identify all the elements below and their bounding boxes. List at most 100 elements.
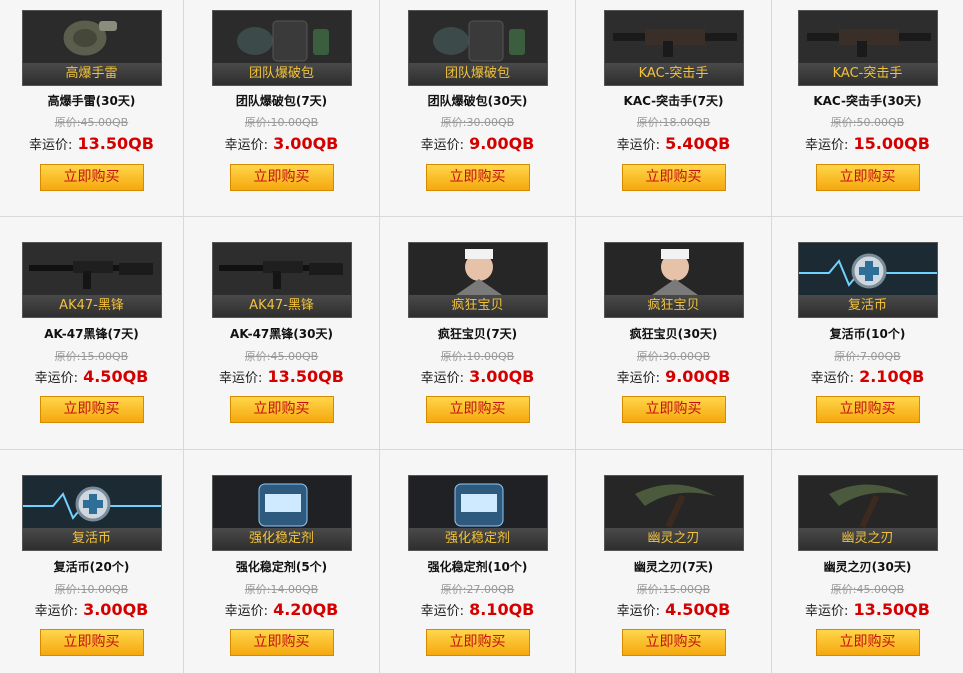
lucky-price-value: 3.00QB: [273, 134, 339, 153]
original-price-value: 30.00QB: [662, 350, 711, 363]
lucky-price: 幸运价: 3.00QB: [0, 598, 183, 624]
product-image[interactable]: 团队爆破包: [211, 10, 352, 86]
lucky-price-value: 4.20QB: [273, 600, 339, 619]
product-name: 疯狂宝贝(7天): [437, 327, 518, 341]
product-name: 团队爆破包(7天): [235, 94, 328, 108]
product-image-tag: 强化稳定剂: [408, 528, 547, 550]
lucky-price-value: 15.00QB: [853, 134, 930, 153]
original-price-label: 原价:: [244, 116, 271, 129]
buy-now-button[interactable]: 立即购买: [621, 164, 726, 191]
buy-now-button[interactable]: 立即购买: [815, 164, 920, 191]
buy-now-button[interactable]: 立即购买: [39, 396, 144, 423]
original-price-label: 原价:: [54, 583, 81, 596]
lucky-price: 幸运价: 3.00QB: [380, 365, 575, 391]
buy-now-button[interactable]: 立即购买: [425, 164, 530, 191]
lucky-price-label: 幸运价:: [420, 138, 464, 153]
original-price-label: 原价:: [440, 116, 467, 129]
buy-now-button[interactable]: 立即购买: [621, 629, 726, 656]
product-image[interactable]: 幽灵之刃: [603, 475, 744, 551]
original-price-value: 50.00QB: [856, 116, 905, 129]
lucky-price-label: 幸运价:: [810, 371, 854, 386]
lucky-price-label: 幸运价:: [616, 371, 660, 386]
product-card: 团队爆破包 团队爆破包(30天) 原价:30.00QB 幸运价: 9.00QB …: [380, 0, 576, 217]
lucky-price-label: 幸运价:: [224, 138, 268, 153]
product-image[interactable]: 幽灵之刃: [797, 475, 938, 551]
lucky-price-label: 幸运价:: [805, 138, 849, 153]
buy-now-button[interactable]: 立即购买: [229, 164, 334, 191]
original-price: 原价:15.00QB: [576, 582, 771, 598]
product-image[interactable]: 疯狂宝贝: [603, 242, 744, 318]
buy-now-button[interactable]: 立即购买: [621, 396, 726, 423]
product-image[interactable]: 高爆手雷: [21, 10, 162, 86]
lucky-price-value: 2.10QB: [859, 367, 925, 386]
lucky-price: 幸运价: 4.20QB: [184, 598, 379, 624]
product-name: 团队爆破包(30天): [427, 94, 528, 108]
product-image-tag: 疯狂宝贝: [604, 295, 743, 317]
product-name: 幽灵之刃(30天): [823, 560, 912, 574]
original-price-label: 原价:: [636, 583, 663, 596]
product-image[interactable]: 团队爆破包: [407, 10, 548, 86]
original-price: 原价:10.00QB: [184, 115, 379, 131]
lucky-price: 幸运价: 9.00QB: [576, 365, 771, 391]
lucky-price-value: 13.50QB: [77, 134, 154, 153]
original-price-label: 原价:: [834, 350, 860, 363]
product-image-tag: KAC-突击手: [798, 63, 937, 85]
original-price: 原价:10.00QB: [380, 349, 575, 365]
product-name: KAC-突击手(30天): [813, 94, 922, 108]
lucky-price: 幸运价: 2.10QB: [772, 365, 963, 391]
product-image[interactable]: 复活币: [797, 242, 938, 318]
product-card: 疯狂宝贝 疯狂宝贝(7天) 原价:10.00QB 幸运价: 3.00QB 立即购…: [380, 217, 576, 450]
original-price-label: 原价:: [830, 583, 857, 596]
original-price: 原价:10.00QB: [0, 582, 183, 598]
product-image[interactable]: 强化稳定剂: [211, 475, 352, 551]
product-image[interactable]: 疯狂宝贝: [407, 242, 548, 318]
lucky-price-label: 幸运价:: [616, 138, 660, 153]
buy-now-button[interactable]: 立即购买: [39, 164, 144, 191]
lucky-price-value: 9.00QB: [469, 134, 535, 153]
buy-now-button[interactable]: 立即购买: [229, 396, 334, 423]
buy-now-button[interactable]: 立即购买: [815, 396, 920, 423]
product-image-tag: AK47-黑锋: [22, 295, 161, 317]
buy-now-button[interactable]: 立即购买: [425, 396, 530, 423]
lucky-price: 幸运价: 4.50QB: [0, 365, 183, 391]
product-image[interactable]: AK47-黑锋: [211, 242, 352, 318]
product-image-tag: 幽灵之刃: [604, 528, 743, 550]
product-card: 复活币 复活币(10个) 原价:7.00QB 幸运价: 2.10QB 立即购买: [772, 217, 963, 450]
original-price: 原价:30.00QB: [576, 349, 771, 365]
lucky-price: 幸运价: 13.50QB: [772, 598, 963, 624]
lucky-price: 幸运价: 15.00QB: [772, 132, 963, 158]
original-price-value: 10.00QB: [466, 350, 515, 363]
product-name: 疯狂宝贝(30天): [629, 327, 718, 341]
buy-now-button[interactable]: 立即购买: [229, 629, 334, 656]
product-card: 疯狂宝贝 疯狂宝贝(30天) 原价:30.00QB 幸运价: 9.00QB 立即…: [576, 217, 772, 450]
product-name: 高爆手雷(30天): [47, 94, 136, 108]
lucky-price-label: 幸运价:: [616, 604, 660, 619]
product-name: AK-47黑锋(30天): [230, 327, 333, 341]
original-price-label: 原价:: [54, 116, 81, 129]
original-price: 原价:7.00QB: [772, 349, 963, 365]
product-image[interactable]: 复活币: [21, 475, 162, 551]
product-name: 幽灵之刃(7天): [633, 560, 714, 574]
lucky-price: 幸运价: 13.50QB: [184, 365, 379, 391]
product-card: 团队爆破包 团队爆破包(7天) 原价:10.00QB 幸运价: 3.00QB 立…: [184, 0, 380, 217]
product-image[interactable]: KAC-突击手: [797, 10, 938, 86]
product-name: 复活币(20个): [53, 560, 130, 574]
lucky-price-value: 8.10QB: [469, 600, 535, 619]
product-image[interactable]: AK47-黑锋: [21, 242, 162, 318]
buy-now-button[interactable]: 立即购买: [39, 629, 144, 656]
product-card: AK47-黑锋 AK-47黑锋(7天) 原价:15.00QB 幸运价: 4.50…: [0, 217, 184, 450]
product-image[interactable]: 强化稳定剂: [407, 475, 548, 551]
product-name: 强化稳定剂(10个): [427, 560, 528, 574]
buy-now-button[interactable]: 立即购买: [815, 629, 920, 656]
lucky-price-label: 幸运价:: [34, 604, 78, 619]
product-image[interactable]: KAC-突击手: [603, 10, 744, 86]
original-price-value: 15.00QB: [80, 350, 129, 363]
lucky-price-value: 5.40QB: [665, 134, 731, 153]
original-price: 原价:18.00QB: [576, 115, 771, 131]
original-price: 原价:45.00QB: [184, 349, 379, 365]
product-name: 复活币(10个): [829, 327, 906, 341]
product-image-tag: 高爆手雷: [22, 63, 161, 85]
buy-now-button[interactable]: 立即购买: [425, 629, 530, 656]
lucky-price-value: 13.50QB: [267, 367, 344, 386]
original-price-label: 原价:: [636, 350, 663, 363]
